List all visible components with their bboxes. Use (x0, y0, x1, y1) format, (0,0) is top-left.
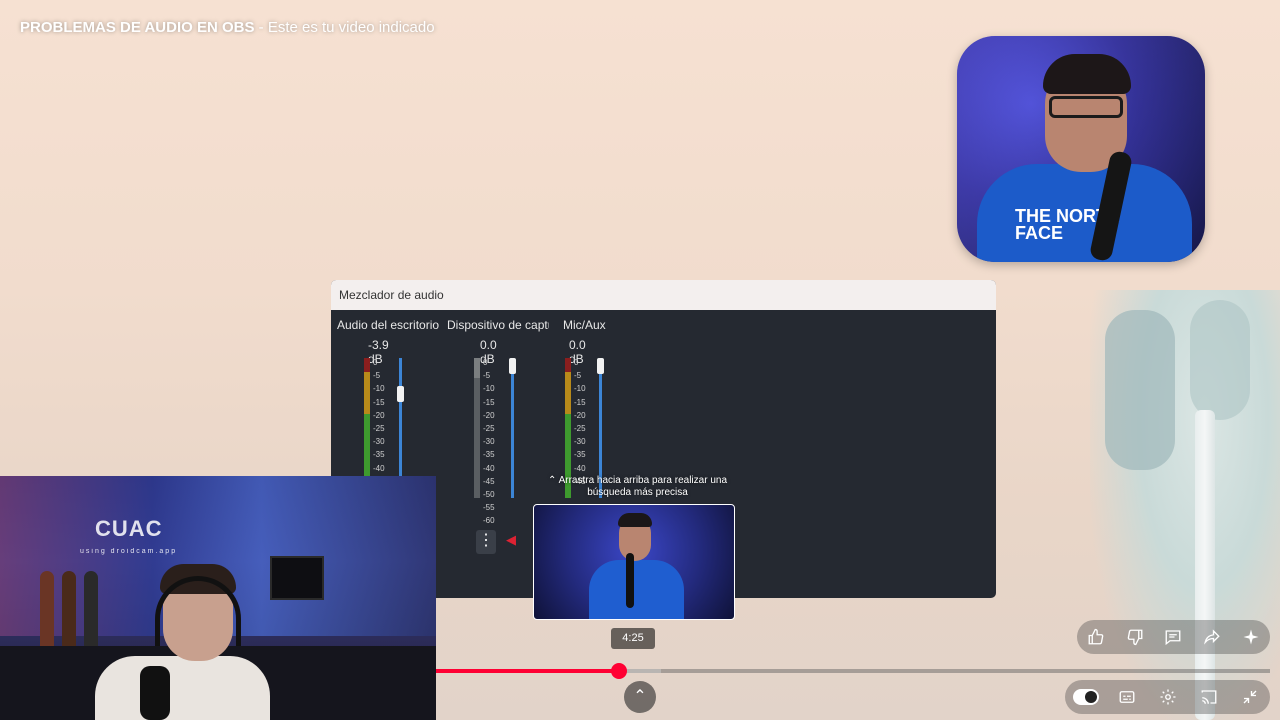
presenter-glasses (1049, 96, 1123, 118)
volume-fader-knob[interactable] (509, 358, 516, 374)
mixer-title: Mezclador de audio (331, 280, 996, 310)
progress-played (436, 669, 620, 673)
video-title-sub: Este es tu video indicado (267, 19, 435, 36)
chevron-up-icon[interactable]: ⌃ (624, 681, 656, 713)
share-icon[interactable] (1199, 624, 1225, 650)
exit-fullscreen-icon[interactable] (1237, 684, 1263, 710)
thumbs-down-icon[interactable] (1122, 624, 1148, 650)
channel-name: Dispositivo de captura (447, 318, 549, 332)
meter-ticks: 0 -5 -10 -15 -20 -25 -30 -35 -40 -45 (574, 358, 586, 486)
channel-name: Audio del escritorio (337, 318, 439, 332)
action-bar (1077, 620, 1270, 654)
thumb-hair (618, 513, 652, 527)
autoplay-toggle-icon[interactable] (1072, 684, 1099, 710)
reactor-webcam: CUAC using droidcam.app (0, 476, 436, 720)
double-chevron-up-icon: ⌃ (547, 475, 557, 486)
background-figure (1090, 290, 1280, 720)
player-controls (1065, 680, 1270, 714)
wall-sign: CUAC (95, 516, 163, 541)
video-title[interactable]: PROBLEMAS DE AUDIO EN OBS - Este es tu v… (20, 19, 435, 36)
presenter-hair (1043, 54, 1131, 94)
presenter-webcam: THE NORTH FACE (957, 36, 1205, 262)
seek-hint-text: Arrastra hacia arriba para realizar una … (558, 475, 728, 498)
volume-fader-knob[interactable] (597, 358, 604, 374)
video-title-main: PROBLEMAS DE AUDIO EN OBS (20, 19, 255, 36)
gear-icon[interactable] (1155, 684, 1181, 710)
seek-preview-thumbnail (533, 504, 735, 620)
figure-arm-left (1105, 310, 1175, 470)
volume-meter (474, 358, 480, 498)
progress-scrubber[interactable] (611, 663, 628, 679)
meter-ticks: 0 -5 -10 -15 -20 -25 -30 -35 -40 -45 -50 -55 -60 (483, 358, 495, 526)
volume-fader-track[interactable] (511, 358, 514, 498)
video-title-separator: - (254, 19, 268, 36)
meter-ticks: 0 -5 -10 -15 -20 -25 -30 -35 -40 (373, 358, 385, 473)
reactor-body (95, 656, 270, 720)
cast-icon[interactable] (1196, 684, 1222, 710)
comment-icon[interactable] (1160, 624, 1186, 650)
figure-pole (1195, 410, 1215, 720)
seek-time-label: 4:25 (611, 628, 655, 649)
seek-hint: ⌃ Arrastra hacia arriba para realizar un… (540, 475, 735, 499)
channel-name: Mic/Aux (563, 318, 606, 332)
figure-arm-right (1190, 300, 1250, 420)
captions-icon[interactable] (1114, 684, 1140, 710)
channel-menu-kebab-icon[interactable]: ⋮ (476, 530, 496, 554)
room-monitor (270, 556, 324, 600)
sparkle-icon[interactable] (1238, 624, 1264, 650)
mute-speaker-icon[interactable]: ◀ (506, 532, 516, 548)
droidcam-watermark: using droidcam.app (80, 548, 178, 555)
volume-fader-knob[interactable] (397, 386, 404, 402)
thumb-mic (626, 553, 634, 608)
thumb-body (589, 560, 684, 619)
thumbs-up-icon[interactable] (1083, 624, 1109, 650)
reactor-microphone (140, 666, 170, 720)
progress-bar[interactable] (436, 663, 1270, 679)
